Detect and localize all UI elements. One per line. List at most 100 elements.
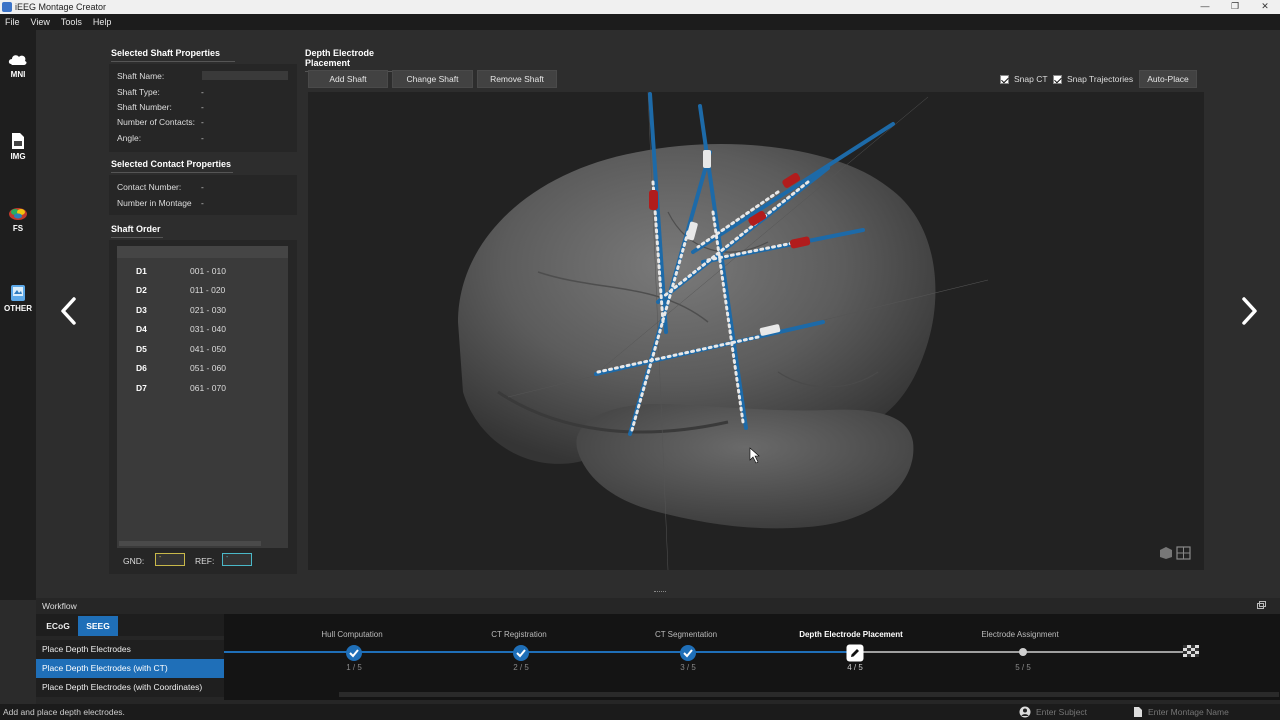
status-message: Add and place depth electrodes.	[3, 707, 125, 717]
snap-ct-checkbox[interactable]: Snap CT	[1000, 74, 1048, 84]
close-button[interactable]: ✕	[1250, 0, 1280, 14]
shaft-range: 031 - 040	[190, 324, 226, 334]
shaft-row[interactable]: D3 021 - 030	[117, 305, 288, 323]
step-done-icon[interactable]	[512, 644, 530, 662]
contacts-count-value: -	[201, 117, 204, 127]
angle-label: Angle:	[117, 133, 142, 143]
shaft-order-header	[117, 246, 288, 258]
menu-help[interactable]: Help	[93, 17, 112, 27]
step-ct-registration: CT Registration	[491, 630, 547, 639]
user-icon	[1019, 706, 1031, 718]
checkbox-checked-icon	[1053, 74, 1062, 84]
shaft-name: D3	[136, 305, 147, 315]
shaft-range: 021 - 030	[190, 305, 226, 315]
tab-seeg[interactable]: SEEG	[78, 616, 118, 636]
step-hull-computation: Hull Computation	[321, 630, 383, 639]
angle-value: -	[201, 133, 204, 143]
remove-shaft-button[interactable]: Remove Shaft	[477, 70, 557, 88]
auto-place-button[interactable]: Auto-Place	[1139, 70, 1197, 88]
shaft-name: D7	[136, 383, 147, 393]
step-electrode-assignment: Electrode Assignment	[981, 630, 1059, 639]
rail-item-img[interactable]: IMG	[0, 132, 36, 161]
minimize-button[interactable]: —	[1190, 0, 1220, 14]
checkbox-checked-icon	[1000, 74, 1009, 84]
menu-file[interactable]: File	[5, 17, 20, 27]
3d-viewport[interactable]	[308, 92, 1204, 570]
brain-cloud-icon	[8, 55, 27, 65]
rail-label-mni: MNI	[10, 70, 26, 79]
montage-name-input[interactable]	[1148, 705, 1268, 719]
shaft-name-value	[202, 71, 288, 80]
gnd-label: GND:	[123, 556, 145, 566]
next-step-icon[interactable]	[1238, 296, 1260, 326]
shaft-name: D5	[136, 344, 147, 354]
rail-label-img: IMG	[10, 152, 26, 161]
step-number: 2 / 5	[513, 663, 529, 672]
shaft-row[interactable]: D5 041 - 050	[117, 344, 288, 362]
shaft-range: 001 - 010	[190, 266, 226, 276]
shaft-row[interactable]: D4 031 - 040	[117, 324, 288, 342]
subject-input[interactable]	[1036, 705, 1126, 719]
shaft-row[interactable]: D7 061 - 070	[117, 383, 288, 401]
file-stack-icon	[11, 285, 25, 301]
montage-number-value: -	[201, 198, 204, 208]
workflow-tabs: ECoG SEEG	[36, 614, 224, 636]
workflow-item-place-depth-coords[interactable]: Place Depth Electrodes (with Coordinates…	[36, 678, 224, 697]
workflow-timeline: Hull Computation CT Registration CT Segm…	[224, 614, 1280, 700]
shaft-properties-title: Selected Shaft Properties	[111, 48, 235, 62]
contacts-count-label: Number of Contacts:	[117, 117, 195, 127]
previous-step-icon[interactable]	[58, 296, 80, 326]
shaft-row[interactable]: D6 051 - 060	[117, 363, 288, 381]
finish-flag-icon	[1183, 645, 1199, 657]
rail-label-other: OTHER	[4, 304, 32, 313]
status-bar: Add and place depth electrodes.	[0, 704, 1280, 720]
workflow-label: Workflow	[42, 601, 77, 611]
snap-trajectories-checkbox[interactable]: Snap Trajectories	[1053, 74, 1133, 84]
shaft-type-value: -	[201, 87, 204, 97]
app-icon	[2, 2, 12, 12]
menu-view[interactable]: View	[31, 17, 50, 27]
rail-item-fs[interactable]: FS	[0, 206, 36, 233]
shaft-row[interactable]: D2 011 - 020	[117, 285, 288, 303]
add-shaft-button[interactable]: Add Shaft	[308, 70, 388, 88]
step-depth-electrode-placement: Depth Electrode Placement	[799, 630, 903, 639]
step-done-icon[interactable]	[679, 644, 697, 662]
workflow-item-place-depth-ct[interactable]: Place Depth Electrodes (with CT)	[36, 659, 224, 678]
pencil-edit-icon[interactable]	[846, 644, 864, 662]
contact-properties-panel	[109, 175, 297, 215]
tab-ecog[interactable]: ECoG	[40, 616, 76, 636]
splitter-handle[interactable]	[654, 591, 666, 593]
shaft-row[interactable]: D1 001 - 010	[117, 266, 288, 284]
shaft-range: 011 - 020	[190, 285, 226, 295]
maximize-button[interactable]: ❐	[1220, 0, 1250, 14]
shaft-name: D2	[136, 285, 147, 295]
shaft-order-title: Shaft Order	[111, 224, 163, 238]
rail-item-other[interactable]: OTHER	[0, 284, 36, 313]
contact-properties-title: Selected Contact Properties	[111, 159, 233, 173]
rail-item-mni[interactable]: MNI	[0, 52, 36, 79]
step-ct-segmentation: CT Segmentation	[654, 630, 718, 639]
gnd-field[interactable]: -	[155, 553, 185, 566]
progress-track	[224, 651, 1279, 697]
document-icon	[1134, 707, 1142, 717]
step-number: 5 / 5	[1015, 663, 1031, 672]
window-title: iEEG Montage Creator	[15, 2, 107, 12]
snap-trajectories-label: Snap Trajectories	[1067, 74, 1134, 84]
menu-tools[interactable]: Tools	[61, 17, 82, 27]
brain-render	[458, 92, 989, 570]
workflow-item-place-depth[interactable]: Place Depth Electrodes	[36, 640, 224, 659]
shaft-type-label: Shaft Type:	[117, 87, 160, 97]
document-icon	[12, 133, 24, 149]
shaft-list-scrollbar[interactable]	[119, 541, 261, 546]
step-pending-icon[interactable]	[1018, 647, 1028, 657]
step-number: 4 / 5	[847, 663, 863, 672]
step-done-icon[interactable]	[345, 644, 363, 662]
contact-number-value: -	[201, 182, 204, 192]
shaft-order-list[interactable]: D1 001 - 010 D2 011 - 020 D3 021 - 030 D…	[117, 246, 288, 548]
title-bar: iEEG Montage Creator	[0, 0, 1280, 14]
view-layout-icon[interactable]	[1158, 546, 1192, 560]
change-shaft-button[interactable]: Change Shaft	[392, 70, 473, 88]
undock-icon[interactable]	[1257, 601, 1266, 609]
shaft-range: 061 - 070	[190, 383, 226, 393]
ref-field[interactable]: -	[222, 553, 252, 566]
